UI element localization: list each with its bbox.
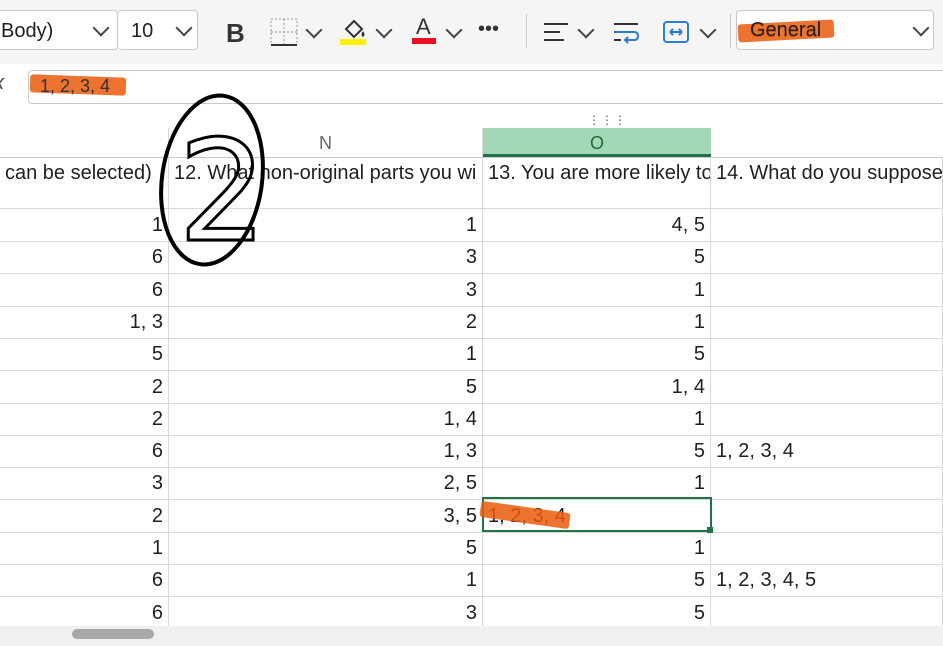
- table-cell[interactable]: [711, 467, 943, 501]
- table-cell[interactable]: 6: [0, 435, 169, 469]
- wrap-text-button[interactable]: [612, 12, 642, 50]
- column-header-p[interactable]: [711, 128, 943, 157]
- font-name-dropdown[interactable]: Body): [0, 10, 118, 50]
- header-cell-p[interactable]: 14. What do you suppose: [711, 157, 943, 209]
- table-cell[interactable]: [711, 209, 943, 242]
- table-cell[interactable]: 3: [0, 467, 169, 501]
- font-size-dropdown[interactable]: 10: [118, 10, 198, 50]
- table-cell[interactable]: 3: [169, 596, 483, 630]
- table-cell[interactable]: 1: [169, 338, 483, 372]
- merge-center-button[interactable]: [662, 12, 718, 50]
- font-color-swatch: [412, 38, 436, 44]
- table-cell[interactable]: 4, 5: [483, 209, 711, 242]
- table-cell[interactable]: 5: [483, 564, 711, 598]
- more-options-button[interactable]: •••: [478, 12, 512, 50]
- table-cell[interactable]: 5: [169, 532, 483, 565]
- chevron-down-icon: [175, 19, 193, 37]
- table-cell[interactable]: 5: [0, 338, 169, 372]
- table-cell[interactable]: 3: [169, 273, 483, 307]
- bold-button[interactable]: B: [222, 12, 252, 50]
- table-cell[interactable]: 5: [483, 435, 711, 469]
- table-cell[interactable]: 6: [0, 273, 169, 307]
- table-cell[interactable]: 1, 3: [0, 305, 169, 339]
- table-cell[interactable]: [711, 338, 943, 372]
- chevron-down-icon: [305, 21, 323, 39]
- chevron-down-icon: [445, 21, 463, 39]
- table-cell[interactable]: [711, 596, 943, 630]
- header-cell-m[interactable]: can be selected): [0, 157, 169, 209]
- table-cell[interactable]: 1: [483, 402, 711, 436]
- scrollbar-thumb[interactable]: [72, 629, 154, 639]
- more-icon: •••: [478, 18, 500, 40]
- table-cell[interactable]: [711, 305, 943, 339]
- table-cell[interactable]: 2: [0, 499, 169, 533]
- table-cell[interactable]: 5: [169, 370, 483, 404]
- font-color-icon: A: [416, 14, 431, 39]
- number-format-overlay-text: General: [750, 19, 822, 41]
- font-size-value: 10: [131, 20, 154, 42]
- table-cell[interactable]: 1, 2, 3, 4, 5: [711, 564, 943, 598]
- borders-button[interactable]: [268, 12, 326, 50]
- merge-cells-icon: [663, 21, 689, 43]
- table-cell[interactable]: 1, 2, 3, 4: [711, 435, 943, 469]
- table-cell[interactable]: 2: [169, 305, 483, 339]
- fill-handle[interactable]: [707, 527, 713, 533]
- table-cell[interactable]: [711, 402, 943, 436]
- chevron-down-icon: [92, 19, 110, 37]
- chevron-down-icon: [375, 21, 393, 39]
- table-cell[interactable]: 6: [0, 241, 169, 275]
- table-cell[interactable]: 1: [483, 273, 711, 307]
- formula-overlay-text: 1, 2, 3, 4: [40, 76, 111, 96]
- table-cell[interactable]: [711, 273, 943, 307]
- handwritten-number: 2: [178, 111, 267, 274]
- table-cell[interactable]: 6: [0, 564, 169, 598]
- table-cell[interactable]: 1: [0, 532, 169, 565]
- chevron-down-icon: [699, 21, 717, 39]
- paint-bucket-icon: [340, 19, 366, 45]
- chevron-down-icon: [577, 21, 595, 39]
- handwritten-circle-annotation: 2: [159, 93, 269, 275]
- column-header-m[interactable]: [0, 128, 169, 157]
- table-cell[interactable]: 1: [0, 209, 169, 242]
- table-cell[interactable]: 1, 4: [483, 370, 711, 404]
- table-cell[interactable]: 2: [0, 402, 169, 436]
- align-left-icon: [544, 23, 568, 41]
- chevron-down-icon: [912, 19, 930, 37]
- table-cell[interactable]: 5: [483, 241, 711, 275]
- font-color-button[interactable]: A: [410, 12, 466, 50]
- table-cell[interactable]: 2: [0, 370, 169, 404]
- table-cell[interactable]: 1: [169, 564, 483, 598]
- table-cell[interactable]: 1: [483, 467, 711, 501]
- table-cell[interactable]: 2, 5: [169, 467, 483, 501]
- table-cell[interactable]: 1, 4: [169, 402, 483, 436]
- borders-icon: [270, 18, 298, 46]
- table-cell[interactable]: 5: [483, 338, 711, 372]
- toolbar-divider: [730, 14, 731, 48]
- toolbar-divider: [526, 14, 527, 48]
- table-cell[interactable]: 3, 5: [169, 499, 483, 533]
- resize-handle-icon[interactable]: ⋮⋮⋮: [588, 113, 627, 127]
- table-cell[interactable]: 1: [483, 532, 711, 565]
- table-cell[interactable]: 1, 3: [169, 435, 483, 469]
- table-cell[interactable]: [711, 532, 943, 565]
- header-cell-o[interactable]: 13. You are more likely to: [483, 157, 711, 209]
- font-name-value: Body): [1, 20, 54, 42]
- table-cell[interactable]: [711, 370, 943, 404]
- table-cell[interactable]: 1: [483, 305, 711, 339]
- table-cell[interactable]: 6: [0, 596, 169, 630]
- wrap-text-icon: [614, 23, 640, 44]
- fill-color-button[interactable]: [340, 12, 396, 50]
- fx-icon[interactable]: x: [0, 72, 14, 102]
- bold-icon: B: [226, 18, 245, 48]
- align-button[interactable]: [542, 12, 598, 50]
- table-cell[interactable]: 5: [483, 596, 711, 630]
- column-header-o[interactable]: O: [483, 128, 711, 157]
- table-cell[interactable]: [711, 241, 943, 275]
- table-cell[interactable]: [711, 499, 943, 533]
